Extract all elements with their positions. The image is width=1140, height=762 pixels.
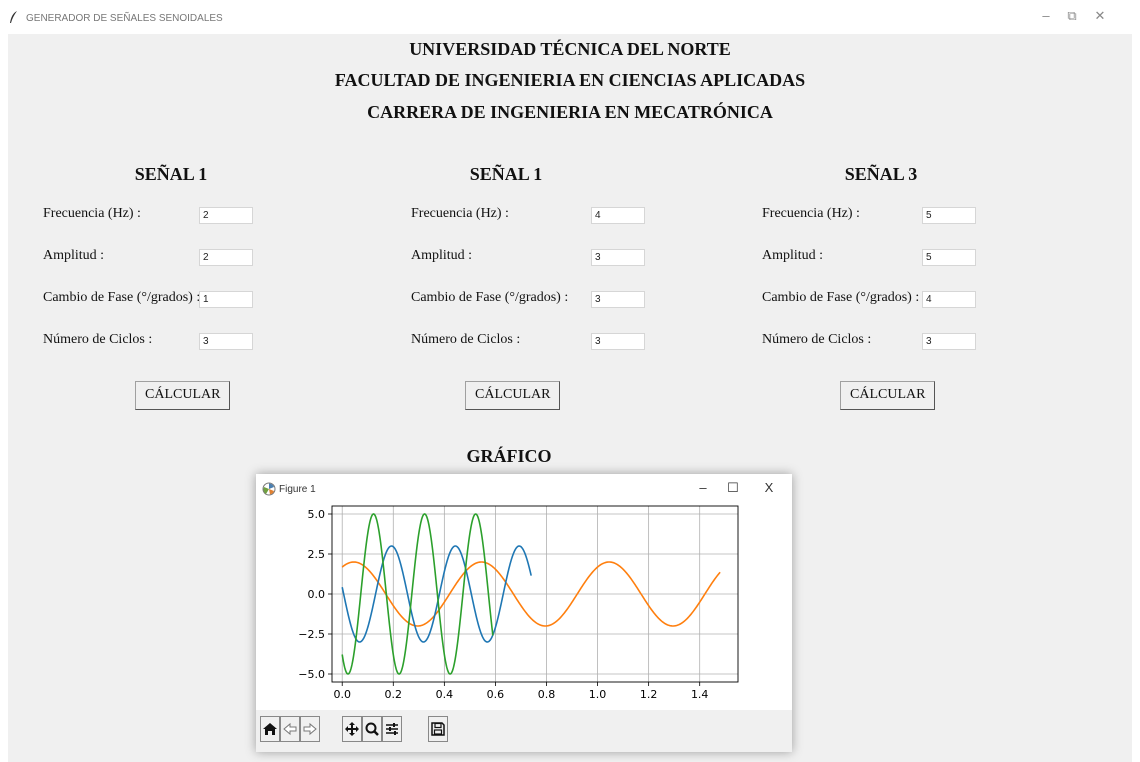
signal-2-amplitude-input[interactable]: 3 <box>591 249 645 266</box>
x-tick-label: 1.2 <box>640 688 658 701</box>
back-icon <box>283 722 297 736</box>
window-title: GENERADOR DE SEÑALES SENOIDALES <box>26 13 223 24</box>
signal-1-cycles-input[interactable]: 3 <box>199 333 253 350</box>
restore-button[interactable]: ⧉ <box>1062 8 1082 24</box>
pan-button[interactable] <box>342 716 362 742</box>
forward-icon <box>303 722 317 736</box>
faculty-heading: FACULTAD DE INGENIERIA EN CIENCIAS APLIC… <box>334 70 806 90</box>
cycles-label: Número de Ciclos : <box>43 332 153 347</box>
signal-1-frequency-input[interactable]: 2 <box>199 207 253 224</box>
amplitude-label: Amplitud : <box>762 248 824 263</box>
y-tick-label: −2.5 <box>298 628 325 641</box>
figure-minimize-button[interactable]: – <box>693 480 713 495</box>
y-tick-label: 5.0 <box>308 508 326 521</box>
graph-title: GRÁFICO <box>466 446 552 466</box>
signal-1-calculate-button[interactable]: CÁLCULAR <box>135 381 231 410</box>
figure-close-button[interactable]: X <box>759 480 779 495</box>
signal-2-calculate-button[interactable]: CÁLCULAR <box>465 381 561 410</box>
signal-2-phase-input[interactable]: 3 <box>591 291 645 308</box>
x-tick-label: 0.4 <box>436 688 454 701</box>
frequency-label: Frecuencia (Hz) : <box>411 206 509 221</box>
figure-maximize-button[interactable]: ☐ <box>723 480 743 496</box>
home-icon <box>263 723 277 735</box>
signal-3-calculate-button[interactable]: CÁLCULAR <box>840 381 936 410</box>
feather-icon <box>10 11 17 23</box>
minimize-button[interactable]: – <box>1036 8 1056 23</box>
figure-window: Figure 1 – ☐ X 0.0 0.2 0.4 0.6 0.8 1.0 1.2 1.4 5… <box>256 474 792 752</box>
x-tick-label: 0.0 <box>333 688 351 701</box>
configure-button[interactable] <box>382 716 402 742</box>
pan-icon <box>345 722 359 736</box>
y-tick-label: −5.0 <box>298 668 325 681</box>
save-button[interactable] <box>428 716 448 742</box>
back-button[interactable] <box>280 716 300 742</box>
window-title-bar: GENERADOR DE SEÑALES SENOIDALES – ⧉ ✕ <box>0 0 1140 34</box>
save-icon <box>431 722 445 736</box>
cycles-label: Número de Ciclos : <box>762 332 872 347</box>
signal-3-title: SEÑAL 3 <box>844 164 918 184</box>
signal-2-frequency-input[interactable]: 4 <box>591 207 645 224</box>
x-tick-label: 0.8 <box>538 688 556 701</box>
navigation-toolbar <box>256 710 792 752</box>
x-tick-label: 0.6 <box>487 688 505 701</box>
frequency-label: Frecuencia (Hz) : <box>762 206 860 221</box>
configure-icon <box>386 723 398 735</box>
zoom-icon <box>365 722 379 736</box>
x-tick-label: 1.0 <box>589 688 607 701</box>
signal-1-amplitude-input[interactable]: 2 <box>199 249 253 266</box>
signal-3-cycles-input[interactable]: 3 <box>922 333 976 350</box>
amplitude-label: Amplitud : <box>43 248 105 263</box>
close-button[interactable]: ✕ <box>1090 8 1110 24</box>
figure-title: Figure 1 <box>279 484 316 495</box>
amplitude-label: Amplitud : <box>411 248 473 263</box>
signal-1-phase-input[interactable]: 1 <box>199 291 253 308</box>
x-tick-label: 1.4 <box>691 688 709 701</box>
university-heading: UNIVERSIDAD TÉCNICA DEL NORTE <box>409 39 731 59</box>
y-tick-label: 2.5 <box>308 548 326 561</box>
signal-3-phase-input[interactable]: 4 <box>922 291 976 308</box>
plot-canvas[interactable]: 0.0 0.2 0.4 0.6 0.8 1.0 1.2 1.4 5.0 2.5 0.0 −2.5 −5.… <box>256 504 792 710</box>
signal-2-cycles-input[interactable]: 3 <box>591 333 645 350</box>
signal-3-frequency-input[interactable]: 5 <box>922 207 976 224</box>
signal-1-title: SEÑAL 1 <box>134 164 208 184</box>
phase-label: Cambio de Fase (°/grados) : <box>762 290 920 305</box>
phase-label: Cambio de Fase (°/grados) : <box>411 290 569 305</box>
phase-label: Cambio de Fase (°/grados) : <box>43 290 201 305</box>
matplotlib-icon <box>262 482 276 496</box>
career-heading: CARRERA DE INGENIERIA EN MECATRÓNICA <box>367 102 773 122</box>
frequency-label: Frecuencia (Hz) : <box>43 206 141 221</box>
zoom-button[interactable] <box>362 716 382 742</box>
x-tick-label: 0.2 <box>385 688 403 701</box>
cycles-label: Número de Ciclos : <box>411 332 521 347</box>
home-button[interactable] <box>260 716 280 742</box>
signal-2-title: SEÑAL 1 <box>469 164 543 184</box>
signal-3-amplitude-input[interactable]: 5 <box>922 249 976 266</box>
forward-button[interactable] <box>300 716 320 742</box>
y-tick-label: 0.0 <box>308 588 326 601</box>
